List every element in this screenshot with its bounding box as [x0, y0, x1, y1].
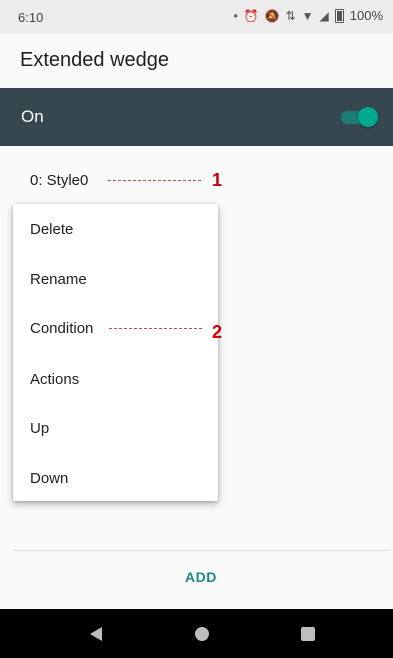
master-toggle-bar[interactable]: On [0, 88, 393, 146]
data-arrows-icon: ⇅ [285, 8, 296, 23]
switch-thumb [358, 107, 378, 127]
toggle-label: On [21, 107, 44, 126]
add-button[interactable]: ADD [185, 569, 217, 585]
on-off-switch[interactable] [341, 107, 378, 127]
status-time: 6:10 [18, 10, 44, 25]
context-menu: Delete Rename Condition Actions Up Down [13, 204, 218, 501]
dot-icon: • [233, 8, 238, 23]
back-icon[interactable] [90, 627, 102, 641]
app-bar: Extended wedge [0, 34, 393, 86]
recents-icon[interactable] [301, 627, 315, 641]
menu-item-condition[interactable]: Condition [30, 320, 93, 337]
home-icon[interactable] [195, 627, 209, 641]
annotation-line-2 [109, 328, 202, 329]
battery-percent: 100% [349, 8, 383, 23]
footer-divider [13, 550, 390, 551]
menu-item-up[interactable]: Up [30, 420, 49, 437]
signal-icon: ◢ [319, 8, 329, 23]
menu-item-rename[interactable]: Rename [30, 271, 87, 288]
mute-icon: 🔕 [264, 8, 280, 23]
status-bar: 6:10 • ⏰ 🔕 ⇅ ▼ ◢ 100% [0, 0, 393, 34]
navigation-bar [0, 609, 393, 658]
annotation-line-1 [108, 180, 201, 181]
status-icons: • ⏰ 🔕 ⇅ ▼ ◢ 100% [233, 8, 383, 23]
page-title: Extended wedge [20, 49, 170, 71]
battery-icon [334, 8, 344, 23]
menu-item-delete[interactable]: Delete [30, 221, 73, 238]
menu-item-down[interactable]: Down [30, 470, 68, 487]
wifi-icon: ▼ [301, 8, 314, 23]
alarm-icon: ⏰ [243, 8, 259, 23]
annotation-number-1: 1 [212, 170, 223, 190]
menu-item-actions[interactable]: Actions [30, 371, 79, 388]
annotation-number-2: 2 [212, 322, 223, 342]
list-item-style[interactable]: 0: Style0 [30, 172, 88, 189]
